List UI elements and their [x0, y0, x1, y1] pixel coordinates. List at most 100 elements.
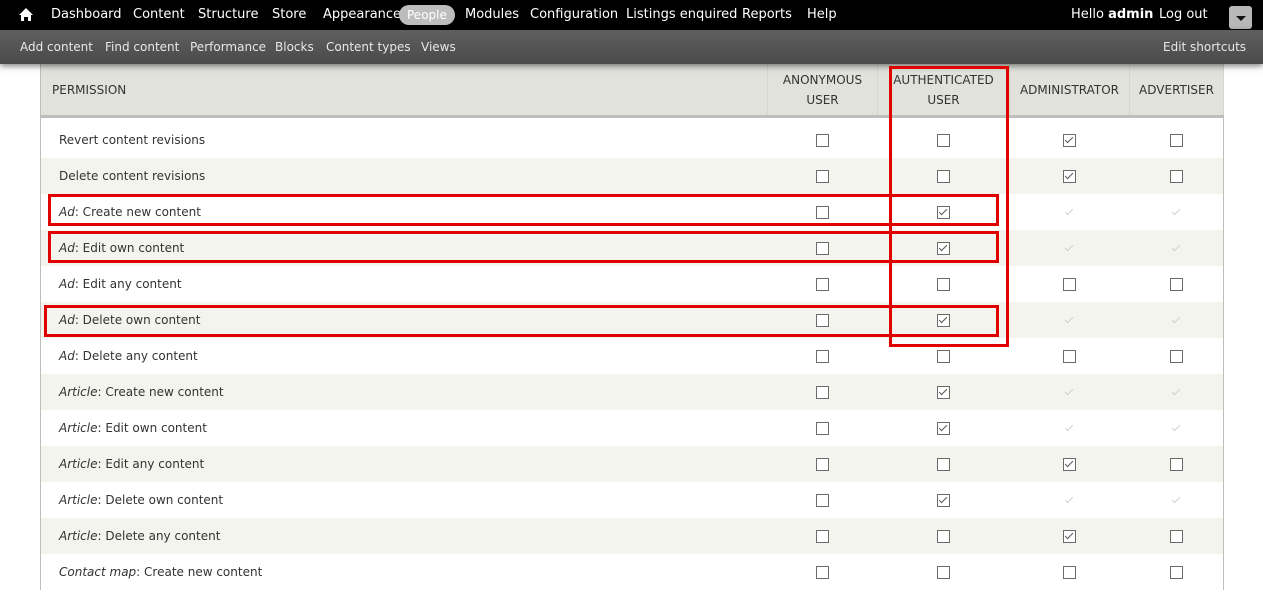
permission-cell-administrator — [1009, 302, 1130, 338]
checkbox-administrator[interactable] — [1063, 566, 1076, 579]
permission-cell-authenticated — [877, 158, 1010, 194]
toolbar-menu-people[interactable]: People — [399, 5, 455, 25]
checkbox-administrator — [1064, 423, 1075, 434]
checkbox-anonymous[interactable] — [816, 134, 829, 147]
table-row: Ad: Create new content — [40, 194, 1224, 230]
checkbox-administrator[interactable] — [1063, 458, 1076, 471]
table-row: Article: Edit any content — [40, 446, 1224, 482]
toolbar-menu-configuration[interactable]: Configuration — [530, 7, 618, 22]
checkbox-advertiser[interactable] — [1169, 350, 1183, 363]
shortcut-find-content[interactable]: Find content — [105, 40, 179, 54]
checkbox-authenticated[interactable] — [937, 314, 950, 327]
checkbox-authenticated[interactable] — [937, 170, 950, 183]
checkbox-advertiser — [1171, 387, 1182, 398]
shortcuts-toggle-button[interactable] — [1229, 6, 1252, 29]
permission-cell-administrator — [1009, 446, 1130, 482]
checkbox-authenticated[interactable] — [937, 566, 950, 579]
permission-cell-anonymous — [767, 338, 878, 374]
permission-cell-administrator — [1009, 482, 1130, 518]
toolbar-menu-help[interactable]: Help — [807, 7, 837, 22]
checkbox-advertiser[interactable] — [1169, 530, 1183, 543]
checkbox-anonymous[interactable] — [816, 206, 829, 219]
content-type-name: Ad — [59, 205, 75, 219]
checkbox-advertiser[interactable] — [1169, 170, 1183, 183]
checkbox-advertiser[interactable] — [1169, 134, 1183, 147]
username-link[interactable]: admin — [1108, 7, 1153, 22]
checkbox-authenticated[interactable] — [937, 494, 950, 507]
checkbox-authenticated[interactable] — [937, 386, 950, 399]
toolbar-menu-content[interactable]: Content — [133, 7, 185, 22]
toolbar-menu-listings-enquired[interactable]: Listings enquired — [626, 7, 737, 22]
permission-cell-advertiser — [1129, 158, 1224, 194]
content-type-name: Article — [59, 421, 98, 435]
permission-name: Article: Delete own content — [40, 482, 768, 518]
checkbox-authenticated[interactable] — [937, 242, 950, 255]
checkbox-administrator — [1064, 495, 1075, 506]
checkbox-anonymous[interactable] — [816, 566, 829, 579]
permission-cell-authenticated — [877, 410, 1010, 446]
logout-link[interactable]: Log out — [1159, 7, 1208, 22]
permission-name: Ad: Edit any content — [40, 266, 768, 302]
checkbox-authenticated[interactable] — [937, 422, 950, 435]
checkbox-authenticated[interactable] — [937, 458, 950, 471]
hello-user: Hello admin — [1071, 7, 1154, 22]
home-icon[interactable] — [18, 7, 34, 23]
toolbar-menu-dashboard[interactable]: Dashboard — [51, 7, 122, 22]
checkbox-advertiser[interactable] — [1169, 278, 1183, 291]
permission-cell-anonymous — [767, 518, 878, 554]
permission-label: : Create new content — [97, 385, 224, 399]
content-type-name: Article — [59, 457, 98, 471]
checkbox-anonymous[interactable] — [816, 422, 829, 435]
shortcut-performance[interactable]: Performance — [190, 40, 266, 54]
checkbox-administrator[interactable] — [1063, 350, 1076, 363]
permission-cell-administrator — [1009, 518, 1130, 554]
shortcut-blocks[interactable]: Blocks — [275, 40, 314, 54]
table-row: Article: Delete own content — [40, 482, 1224, 518]
toolbar-menu-store[interactable]: Store — [272, 7, 306, 22]
shortcut-content-types[interactable]: Content types — [326, 40, 411, 54]
permission-cell-anonymous — [767, 482, 878, 518]
checkbox-anonymous[interactable] — [816, 170, 829, 183]
toolbar-menu-modules[interactable]: Modules — [465, 7, 519, 22]
permission-cell-anonymous — [767, 230, 878, 266]
checkbox-anonymous[interactable] — [816, 242, 829, 255]
checkbox-anonymous[interactable] — [816, 458, 829, 471]
checkbox-administrator — [1064, 387, 1075, 398]
checkbox-authenticated[interactable] — [937, 206, 950, 219]
permission-cell-authenticated — [877, 194, 1010, 230]
checkbox-anonymous[interactable] — [816, 530, 829, 543]
checkbox-advertiser[interactable] — [1169, 566, 1183, 579]
checkbox-anonymous[interactable] — [816, 386, 829, 399]
checkbox-administrator[interactable] — [1063, 170, 1076, 183]
toolbar-menu-appearance[interactable]: Appearance — [323, 7, 401, 22]
toolbar-menu-structure[interactable]: Structure — [198, 7, 258, 22]
checkbox-advertiser — [1171, 207, 1182, 218]
permission-label: Revert content revisions — [59, 133, 206, 147]
toolbar-menu-reports[interactable]: Reports — [742, 7, 792, 22]
checkbox-authenticated[interactable] — [937, 134, 950, 147]
checkbox-administrator[interactable] — [1063, 278, 1076, 291]
checkbox-anonymous[interactable] — [816, 494, 829, 507]
checkbox-authenticated[interactable] — [937, 530, 950, 543]
checkbox-advertiser[interactable] — [1169, 458, 1183, 471]
table-row: Contact map: Create new content — [40, 554, 1224, 590]
permission-name: Article: Delete any content — [40, 518, 768, 554]
permission-cell-administrator — [1009, 194, 1130, 230]
permission-cell-administrator — [1009, 338, 1130, 374]
checkbox-administrator[interactable] — [1063, 134, 1076, 147]
checkbox-administrator[interactable] — [1063, 530, 1076, 543]
content-type-name: Ad — [59, 241, 75, 255]
shortcut-views[interactable]: Views — [421, 40, 456, 54]
checkbox-authenticated[interactable] — [937, 350, 950, 363]
checkbox-administrator — [1064, 243, 1075, 254]
checkbox-authenticated[interactable] — [937, 278, 950, 291]
checkbox-advertiser — [1171, 243, 1182, 254]
permission-cell-administrator — [1009, 230, 1130, 266]
checkbox-anonymous[interactable] — [816, 350, 829, 363]
shortcut-add-content[interactable]: Add content — [20, 40, 93, 54]
checkbox-anonymous[interactable] — [816, 278, 829, 291]
permission-label: : Delete own content — [74, 313, 201, 327]
edit-shortcuts-link[interactable]: Edit shortcuts — [1163, 40, 1246, 54]
checkbox-anonymous[interactable] — [816, 314, 829, 327]
permission-cell-authenticated — [877, 302, 1010, 338]
